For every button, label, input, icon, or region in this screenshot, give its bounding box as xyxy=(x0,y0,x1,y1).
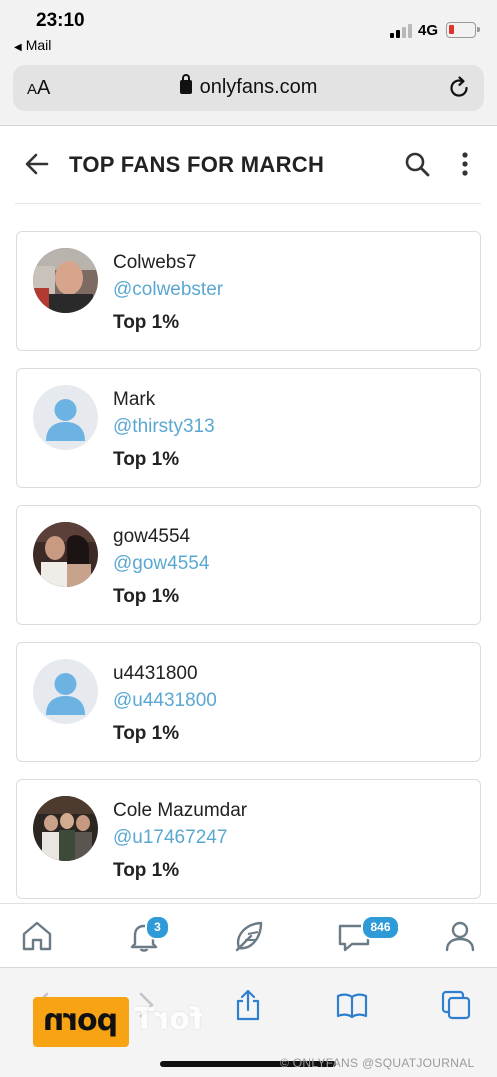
network-label: 4G xyxy=(418,22,439,39)
fan-name[interactable]: gow4554 xyxy=(113,526,190,548)
default-avatar-icon[interactable] xyxy=(33,385,98,450)
status-time: 23:10 xyxy=(36,10,85,31)
search-icon[interactable] xyxy=(403,150,431,178)
avatar[interactable] xyxy=(33,522,98,587)
tabs-icon[interactable] xyxy=(439,988,473,1022)
url-display[interactable]: onlyfans.com xyxy=(13,74,484,99)
fan-name[interactable]: Colwebs7 xyxy=(113,252,196,274)
battery-icon xyxy=(446,22,480,38)
fan-rank: Top 1% xyxy=(113,723,180,744)
status-bar: 23:10 ◀ Mail 4G xyxy=(0,0,497,58)
back-arrow-icon[interactable] xyxy=(23,150,51,178)
fan-card[interactable]: Cole Mazumdar @u17467247 Top 1% xyxy=(16,779,481,899)
fan-card[interactable]: Colwebs7 @colwebster Top 1% xyxy=(16,231,481,351)
fan-handle[interactable]: @gow4554 xyxy=(113,553,209,575)
fan-list: Colwebs7 @colwebster Top 1% Mark @thirst… xyxy=(16,231,482,916)
watermark-logo: porn xyxy=(33,997,129,1047)
feather-icon[interactable] xyxy=(231,918,267,954)
copyright-watermark: © ONLYFANS @SQUATJOURNAL xyxy=(280,1056,475,1070)
profile-icon[interactable] xyxy=(442,918,478,954)
url-text: onlyfans.com xyxy=(199,76,318,98)
fan-handle[interactable]: @thirsty313 xyxy=(113,416,215,438)
fan-name[interactable]: Cole Mazumdar xyxy=(113,800,247,822)
fan-handle[interactable]: @u17467247 xyxy=(113,827,227,849)
logo-ghost-text: forT xyxy=(134,1002,203,1037)
more-options-icon[interactable] xyxy=(455,150,475,178)
avatar[interactable] xyxy=(33,248,98,313)
fan-name[interactable]: Mark xyxy=(113,389,155,411)
bookmarks-icon[interactable] xyxy=(335,988,369,1022)
default-avatar-icon[interactable] xyxy=(33,659,98,724)
fan-rank: Top 1% xyxy=(113,860,180,881)
messages-badge: 846 xyxy=(361,915,400,940)
page-header: TOP FANS FOR MARCH xyxy=(15,126,481,204)
signal-icon xyxy=(390,24,412,38)
lock-icon xyxy=(179,74,192,94)
avatar[interactable] xyxy=(33,796,98,861)
fan-card[interactable]: u4431800 @u4431800 Top 1% xyxy=(16,642,481,762)
fan-rank: Top 1% xyxy=(113,449,180,470)
reload-icon[interactable] xyxy=(446,75,472,101)
logo-text: porn xyxy=(43,1003,119,1038)
fan-name[interactable]: u4431800 xyxy=(113,663,198,685)
bottom-nav: 3 846 xyxy=(0,903,497,967)
fan-handle[interactable]: @colwebster xyxy=(113,279,223,301)
share-icon[interactable] xyxy=(231,988,265,1022)
back-triangle-icon: ◀ xyxy=(14,42,22,53)
notifications-badge: 3 xyxy=(145,915,170,940)
fan-rank: Top 1% xyxy=(113,312,180,333)
fan-handle[interactable]: @u4431800 xyxy=(113,690,217,712)
address-bar[interactable]: AA onlyfans.com xyxy=(13,65,484,111)
home-icon[interactable] xyxy=(19,918,55,954)
back-app-label: Mail xyxy=(25,37,52,53)
fan-rank: Top 1% xyxy=(113,586,180,607)
fan-card[interactable]: gow4554 @gow4554 Top 1% xyxy=(16,505,481,625)
fan-card[interactable]: Mark @thirsty313 Top 1% xyxy=(16,368,481,488)
browser-address-area: AA onlyfans.com xyxy=(0,58,497,126)
page-title: TOP FANS FOR MARCH xyxy=(69,152,325,177)
back-to-app-link[interactable]: ◀ Mail xyxy=(14,37,51,53)
